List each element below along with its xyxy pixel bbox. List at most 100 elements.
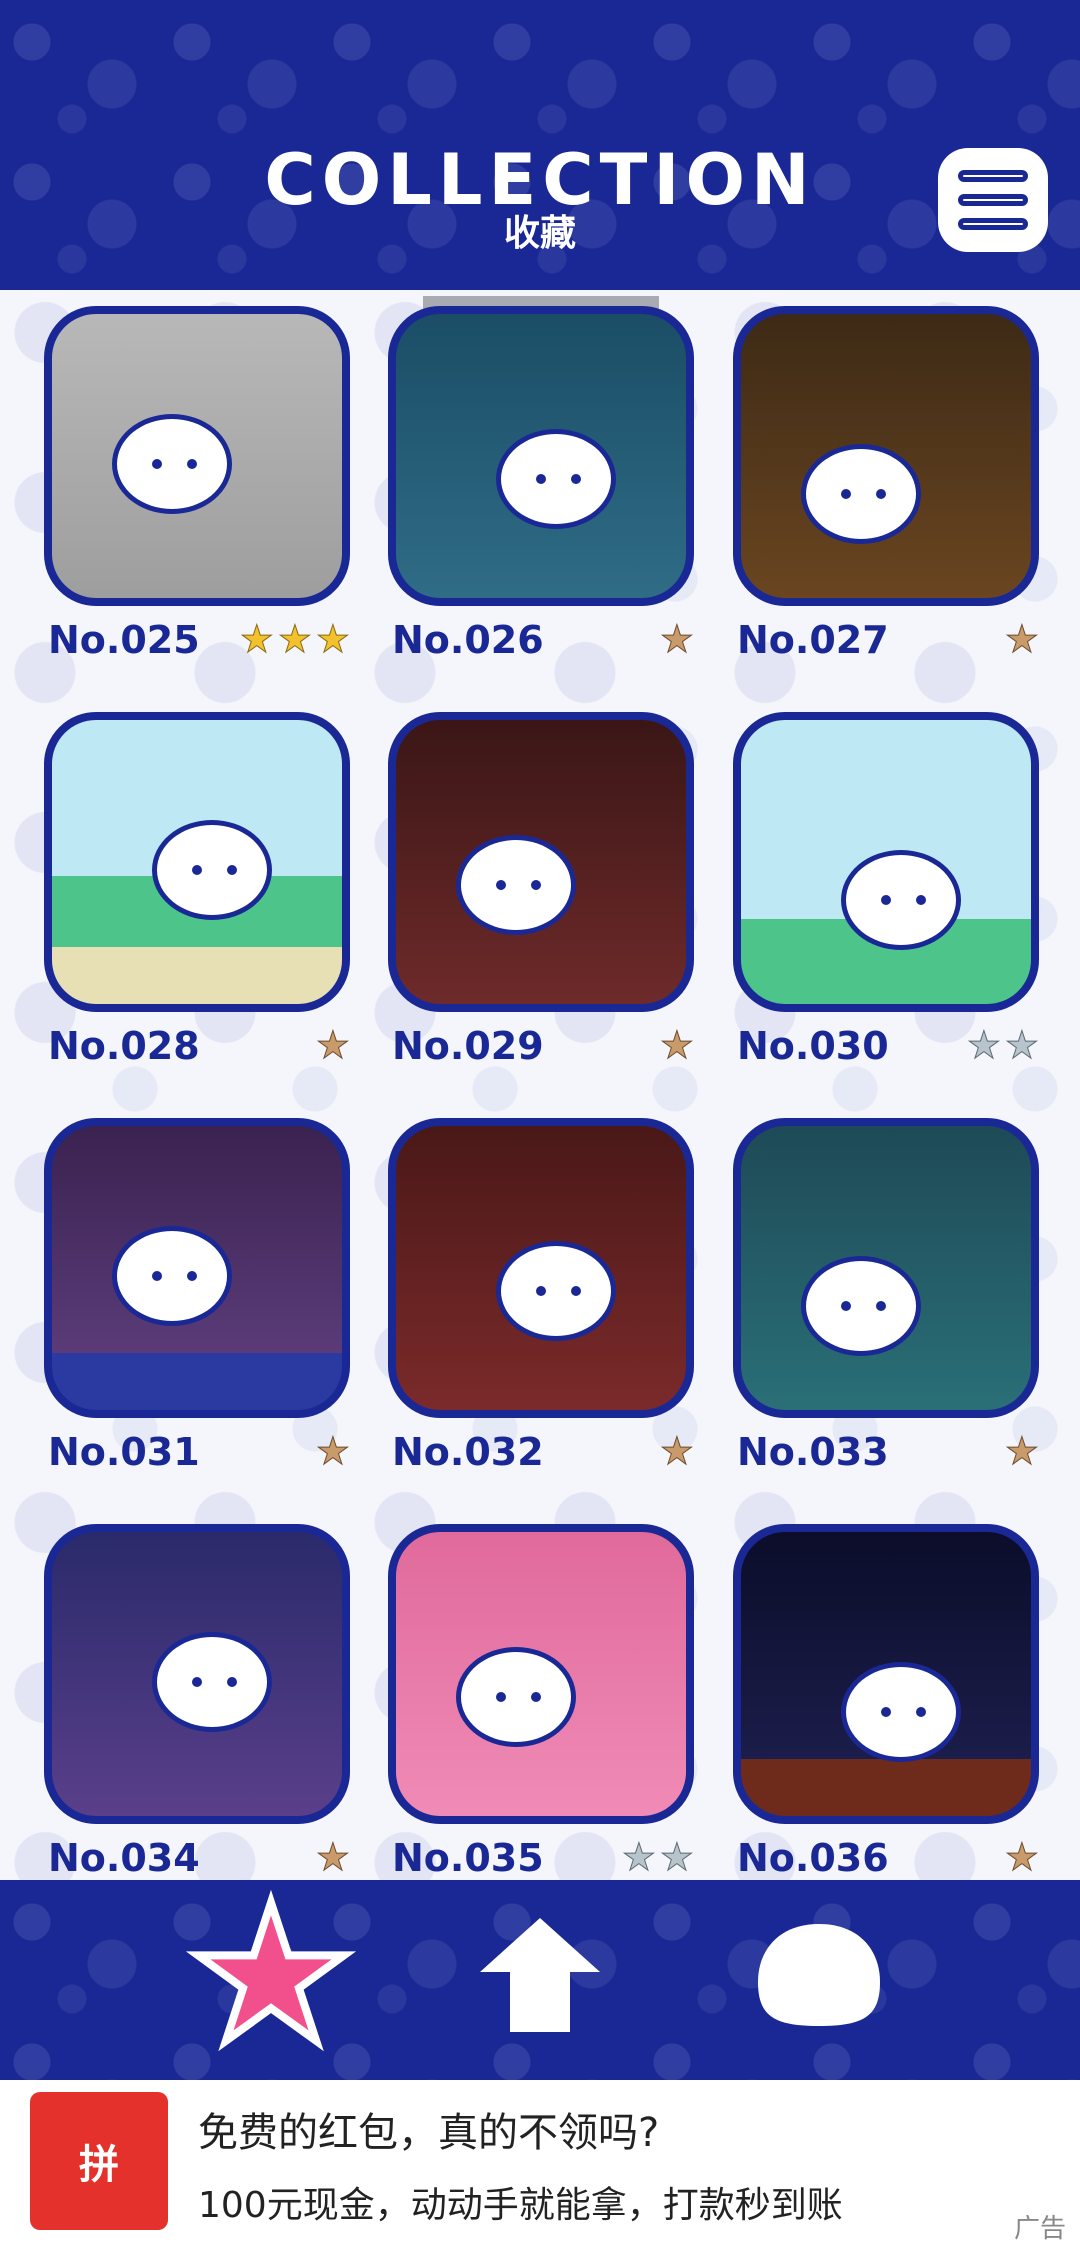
dog-character bbox=[841, 850, 961, 950]
dog-eye bbox=[227, 1677, 237, 1687]
star-rating: ★ bbox=[1004, 1835, 1039, 1879]
card-number: No.031 bbox=[48, 1430, 200, 1474]
card-number: No.025 bbox=[48, 618, 200, 662]
ad-logo[interactable]: 拼 bbox=[30, 2092, 168, 2230]
dog-eye bbox=[152, 1271, 162, 1281]
star-icon: ★ bbox=[315, 1023, 350, 1067]
card-number: No.026 bbox=[392, 618, 544, 662]
menu-bar bbox=[958, 194, 1028, 206]
star-icon: ★ bbox=[659, 1023, 694, 1067]
dog-eye bbox=[571, 1286, 581, 1296]
star-rating: ★ bbox=[315, 1023, 350, 1067]
dog-character bbox=[112, 414, 232, 514]
card-illustration[interactable] bbox=[388, 306, 694, 606]
dog-character bbox=[801, 1256, 921, 1356]
collection-card[interactable]: No.035 ★ ★ bbox=[388, 1524, 695, 1880]
collection-card[interactable]: No.029 ★ bbox=[388, 712, 695, 1068]
dog-eye bbox=[571, 474, 581, 484]
dog-eye bbox=[531, 880, 541, 890]
collection-card[interactable]: No.034 ★ bbox=[44, 1524, 351, 1880]
dog-head-icon[interactable] bbox=[744, 1900, 894, 2050]
card-illustration[interactable] bbox=[733, 712, 1039, 1012]
collection-card[interactable]: No.032 ★ bbox=[388, 1118, 695, 1474]
dog-eye bbox=[916, 1707, 926, 1717]
dog-eye bbox=[916, 895, 926, 905]
home-arrow-icon[interactable] bbox=[465, 1900, 615, 2050]
dog-eye bbox=[531, 1692, 541, 1702]
star-icon: ★ bbox=[621, 1835, 656, 1879]
star-icon: ★ bbox=[659, 1835, 694, 1879]
card-number: No.036 bbox=[737, 1836, 889, 1880]
dog-character bbox=[112, 1226, 232, 1326]
dog-eye bbox=[227, 865, 237, 875]
card-number: No.034 bbox=[48, 1836, 200, 1880]
card-illustration[interactable] bbox=[733, 1524, 1039, 1824]
card-illustration[interactable] bbox=[44, 306, 350, 606]
dog-eye bbox=[496, 880, 506, 890]
dog-eye bbox=[187, 1271, 197, 1281]
collection-card[interactable]: No.030 ★ ★ bbox=[733, 712, 1040, 1068]
star-icon: ★ bbox=[1004, 1429, 1039, 1473]
collection-card[interactable]: No.036 ★ bbox=[733, 1524, 1040, 1880]
collection-card[interactable]: No.027 ★ bbox=[733, 306, 1040, 662]
star-rating: ★ bbox=[1004, 1429, 1039, 1473]
star-rating: ★ bbox=[659, 1432, 694, 1471]
card-illustration[interactable] bbox=[44, 1524, 350, 1824]
card-illustration[interactable] bbox=[388, 1524, 694, 1824]
star-rating: ★ ★ ★ bbox=[239, 617, 350, 661]
card-illustration[interactable] bbox=[44, 712, 350, 1012]
card-number: No.029 bbox=[392, 1024, 544, 1068]
card-illustration[interactable] bbox=[733, 1118, 1039, 1418]
star-rating: ★ bbox=[659, 1023, 694, 1067]
star-rating: ★ bbox=[1004, 617, 1039, 661]
dog-eye bbox=[192, 1677, 202, 1687]
star-icon: ★ bbox=[1004, 617, 1039, 661]
page-title: COLLECTION bbox=[264, 139, 816, 221]
card-number: No.027 bbox=[737, 618, 889, 662]
menu-bar bbox=[958, 170, 1028, 182]
star-icon: ★ bbox=[315, 1429, 350, 1473]
card-illustration[interactable] bbox=[44, 1118, 350, 1418]
card-illustration[interactable] bbox=[388, 712, 694, 1012]
header: COLLECTION 收藏 bbox=[0, 0, 1080, 290]
collection-card[interactable]: No.033 ★ bbox=[733, 1118, 1040, 1474]
dog-character bbox=[841, 1662, 961, 1762]
page-subtitle: 收藏 bbox=[503, 213, 576, 254]
card-illustration[interactable] bbox=[733, 306, 1039, 606]
collection-card[interactable]: No.025 ★ ★ ★ bbox=[44, 306, 351, 662]
star-rating: ★ bbox=[659, 617, 694, 661]
star-icon: ★ bbox=[1004, 1835, 1039, 1879]
star-icon: ★ bbox=[239, 617, 274, 661]
dog-character bbox=[152, 1632, 272, 1732]
dog-eye bbox=[841, 1301, 851, 1311]
menu-bar bbox=[958, 218, 1028, 230]
card-number: No.032 bbox=[392, 1430, 544, 1474]
dog-eye bbox=[876, 489, 886, 499]
star-icon: ★ bbox=[1004, 1023, 1039, 1067]
ad-banner[interactable]: 拼 免费的红包，真的不领吗? 100元现金，动动手就能拿，打款秒到账 广告 bbox=[0, 2080, 1080, 2248]
dog-eye bbox=[876, 1301, 886, 1311]
collection-card[interactable]: No.031 ★ bbox=[44, 1118, 351, 1474]
collection-card[interactable]: No.026 ★ bbox=[388, 306, 695, 662]
card-illustration[interactable] bbox=[388, 1118, 694, 1418]
dog-character bbox=[456, 835, 576, 935]
star-icon: ★ bbox=[659, 617, 694, 661]
dog-eye bbox=[536, 474, 546, 484]
dog-eye bbox=[881, 1707, 891, 1717]
dog-character bbox=[456, 1647, 576, 1747]
ad-title[interactable]: 免费的红包，真的不领吗? bbox=[198, 2100, 659, 2158]
star-rating: ★ ★ bbox=[621, 1835, 694, 1879]
dog-eye bbox=[841, 489, 851, 499]
home-arrow-shape bbox=[480, 1918, 600, 2032]
ad-subtitle[interactable]: 100元现金，动动手就能拿，打款秒到账 bbox=[198, 2176, 843, 2228]
dog-head-shape bbox=[758, 1924, 880, 2026]
star-icon: ★ bbox=[966, 1023, 1001, 1067]
dog-eye bbox=[881, 895, 891, 905]
dog-character bbox=[801, 444, 921, 544]
dog-character bbox=[496, 429, 616, 529]
dog-eye bbox=[496, 1692, 506, 1702]
collection-card[interactable]: No.028 ★ bbox=[44, 712, 351, 1068]
star-icon[interactable]: ★ bbox=[182, 1876, 360, 2074]
card-number: No.030 bbox=[737, 1024, 889, 1068]
hamburger-menu-icon[interactable] bbox=[938, 148, 1048, 252]
